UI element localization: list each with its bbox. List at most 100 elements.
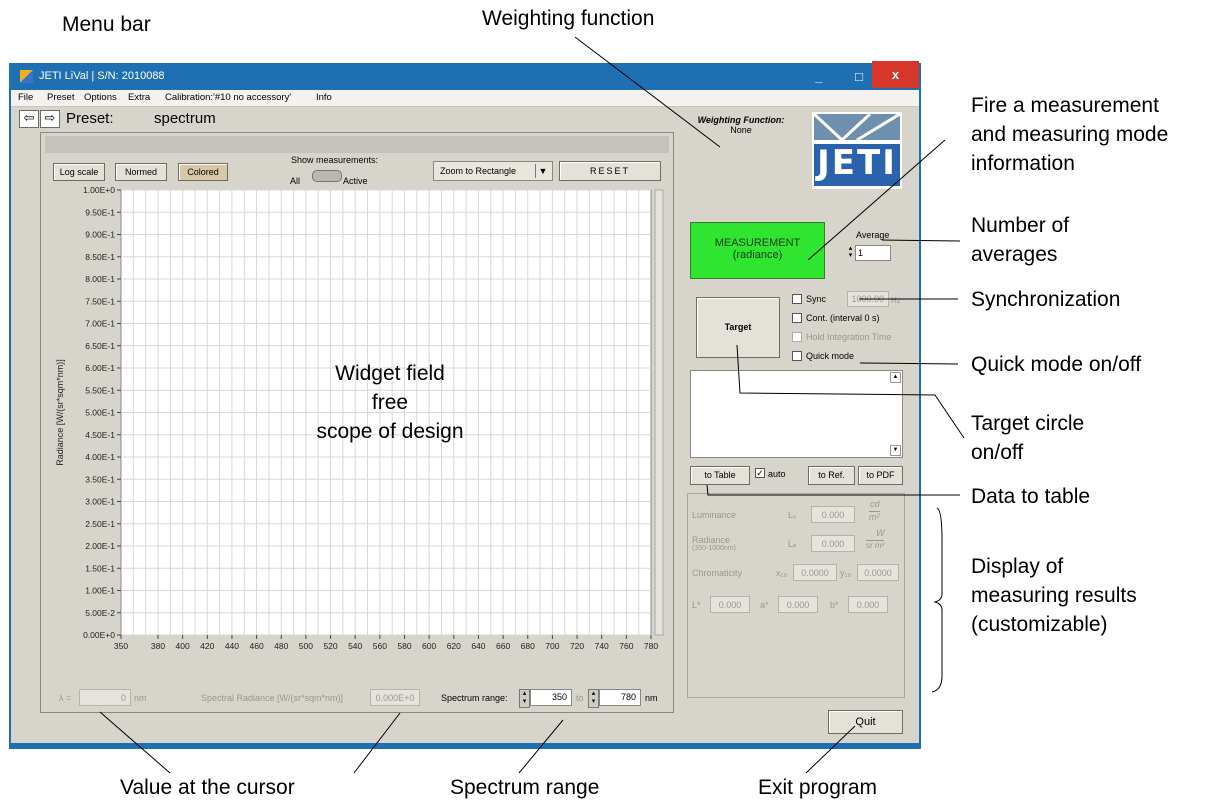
average-input[interactable]: 1 — [855, 245, 891, 261]
to-ref-button[interactable]: to Ref. — [808, 466, 855, 485]
x-tick-label: 480 — [274, 641, 288, 651]
scroll-down-arrow[interactable]: ▼ — [890, 445, 901, 456]
range-to-stepper[interactable]: ▴ ▾ — [588, 689, 599, 708]
menu-options[interactable]: Options — [84, 90, 117, 106]
y-tick-label: 4.50E-1 — [85, 430, 115, 440]
cont-checkbox[interactable] — [792, 313, 802, 323]
average-stepper[interactable]: ▴ ▾ — [847, 245, 854, 260]
callout-exit-program: Exit program — [758, 776, 878, 799]
close-button[interactable]: x — [872, 61, 919, 88]
lab-a-field: 0.000 — [778, 596, 818, 613]
y-tick-label: 8.50E-1 — [85, 252, 115, 262]
menu-calibration[interactable]: Calibration:'#10 no accessory' — [165, 90, 291, 106]
callout-number-of-averages: Number of averages — [971, 214, 1070, 266]
y-tick-label: 3.50E-1 — [85, 474, 115, 484]
sync-unit: Hz — [891, 296, 901, 305]
lambda-unit: nm — [134, 693, 147, 703]
y-tick-label: 1.00E-1 — [85, 586, 115, 596]
menu-file[interactable]: File — [18, 90, 33, 106]
preset-prev-button[interactable]: ⇦ — [19, 110, 39, 128]
x-tick-label: 350 — [114, 641, 128, 651]
y-tick-label: 9.00E-1 — [85, 230, 115, 240]
luminance-label: Luminance — [692, 510, 737, 520]
range-to-label: to — [576, 693, 584, 703]
range-from-stepper[interactable]: ▴ ▾ — [519, 689, 530, 708]
chroma-y-field: 0.0000 — [857, 564, 899, 581]
chroma-x-symbol: x₁₀ — [776, 568, 788, 578]
spectrum-range-label: Spectrum range: — [441, 693, 508, 703]
x-tick-label: 420 — [200, 641, 214, 651]
callout-weighting-function: Weighting function — [482, 7, 655, 30]
measurement-info-box[interactable]: ▲ ▼ — [690, 370, 903, 458]
x-tick-label: 580 — [397, 641, 411, 651]
menu-extra[interactable]: Extra — [128, 90, 150, 106]
radiance-unit-top: W — [876, 528, 885, 538]
y-tick-label: 6.00E-1 — [85, 363, 115, 373]
sync-label: Sync — [806, 294, 827, 304]
to-pdf-button[interactable]: to PDF — [858, 466, 903, 485]
callout-quick-mode: Quick mode on/off — [971, 353, 1142, 376]
log-scale-button[interactable]: Log scale — [53, 163, 105, 181]
results-panel: Luminance Lᵥ 0.000 cd m² Radiance (350-1… — [687, 493, 905, 698]
x-tick-label: 560 — [373, 641, 387, 651]
reset-button[interactable]: RESET — [559, 161, 661, 181]
auto-checkbox[interactable]: ✓ — [755, 468, 765, 478]
hold-integration-checkbox[interactable] — [792, 332, 802, 342]
normed-button[interactable]: Normed — [115, 163, 167, 181]
y-tick-label: 1.00E+0 — [83, 185, 115, 195]
hold-integration-label: Hold Integration Time — [806, 332, 892, 342]
sync-frequency-field: 1000.00 — [847, 291, 889, 307]
callout-value-at-cursor: Value at the cursor — [120, 776, 295, 799]
x-tick-label: 600 — [422, 641, 436, 651]
y-tick-label: 8.00E-1 — [85, 274, 115, 284]
x-tick-label: 400 — [176, 641, 190, 651]
colored-button[interactable]: Colored — [178, 163, 228, 181]
radiance-symbol: Lₑ — [788, 539, 797, 549]
quick-mode-checkbox[interactable] — [792, 351, 802, 361]
luminance-value-field: 0.000 — [811, 506, 855, 523]
preset-next-button[interactable]: ⇨ — [40, 110, 60, 128]
callout-spectrum-range: Spectrum range — [450, 776, 600, 799]
show-measurements-toggle[interactable] — [312, 170, 342, 182]
x-tick-label: 740 — [595, 641, 609, 651]
menu-info[interactable]: Info — [316, 90, 332, 106]
minimize-button[interactable]: _ — [799, 63, 839, 90]
radiance-unit-bottom: sr m² — [866, 540, 885, 550]
callout-target-circle: Target circle on/off — [971, 412, 1085, 464]
spectral-radiance-label: Spectral Radiance [W/(sr*sqm*nm)] — [201, 693, 344, 703]
scroll-up-arrow[interactable]: ▲ — [890, 372, 901, 383]
range-to-input[interactable]: 780 — [599, 689, 641, 706]
callout-synchronization: Synchronization — [971, 288, 1121, 311]
y-tick-label: 5.50E-1 — [85, 385, 115, 395]
lab-b-field: 0.000 — [848, 596, 888, 613]
x-tick-label: 780 — [644, 641, 658, 651]
title-bar[interactable]: JETI LiVal | S/N: 2010088 _ □ x — [9, 61, 921, 90]
chart-header-strip — [45, 136, 669, 153]
quit-button[interactable]: Quit — [828, 710, 903, 734]
quick-mode-label: Quick mode — [806, 351, 855, 361]
average-label: Average — [856, 230, 890, 240]
y-tick-label: 5.00E-2 — [85, 608, 115, 618]
target-button[interactable]: Target — [696, 297, 780, 358]
sync-checkbox[interactable] — [792, 294, 802, 304]
chromaticity-label: Chromaticity — [692, 568, 743, 578]
y-tick-label: 0.00E+0 — [83, 630, 115, 640]
x-tick-label: 440 — [225, 641, 239, 651]
x-tick-label: 380 — [151, 641, 165, 651]
measurement-mode-label: (radiance) — [732, 249, 783, 261]
range-from-input[interactable]: 350 — [530, 689, 572, 706]
chroma-y-symbol: y₁₀ — [840, 568, 852, 578]
preset-value: spectrum — [154, 110, 216, 127]
auto-label: auto — [768, 469, 786, 479]
widget-field-text: Widget field free scope of design — [316, 362, 464, 443]
x-tick-label: 460 — [249, 641, 263, 651]
zoom-mode-select[interactable]: Zoom to Rectangle ▼ — [433, 161, 553, 181]
app-icon — [20, 70, 33, 83]
radiance-value-field: 0.000 — [811, 535, 855, 552]
to-table-button[interactable]: to Table — [690, 466, 750, 485]
range-unit: nm — [645, 693, 658, 703]
measurement-button[interactable]: MEASUREMENT (radiance) — [690, 222, 825, 279]
preset-label: Preset: — [66, 110, 114, 127]
weighting-function-value: None — [730, 125, 752, 135]
menu-preset[interactable]: Preset — [47, 90, 74, 106]
